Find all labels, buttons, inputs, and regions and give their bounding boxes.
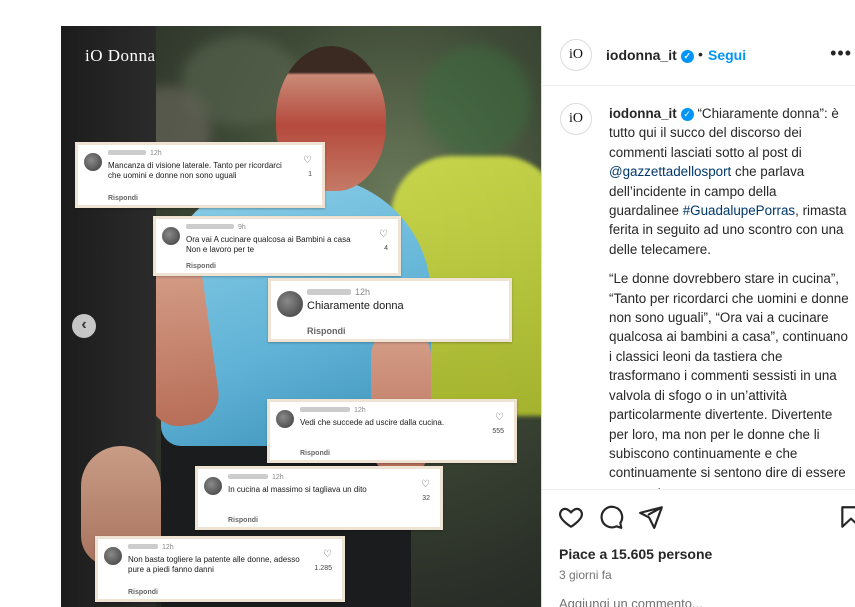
post-image[interactable]: iO Donna 12h Mancanza di visione lateral…: [61, 26, 541, 607]
avatar: [162, 227, 180, 245]
comment-card: 12h Mancanza di visione laterale. Tanto …: [75, 142, 325, 208]
bookmark-icon[interactable]: [838, 504, 855, 530]
share-icon[interactable]: [638, 504, 664, 530]
caption-paragraph: “Le donne dovrebbero stare in cucina”, “…: [609, 271, 849, 489]
post-date[interactable]: 3 giorni fa: [559, 568, 612, 582]
comment-text: Ora vai A cucinare qualcosa ai Bambini a…: [186, 235, 351, 254]
comment-text: In cucina al massimo si tagliava un dito: [228, 485, 367, 494]
brand-watermark: iO Donna: [85, 46, 156, 65]
post-sidebar: iO iodonna_it ✓ • Segui ••• iO iodonna_it…: [541, 26, 855, 607]
comment-like-count: 32: [422, 495, 430, 502]
comment-user: 9h: [186, 224, 246, 231]
comment-like-count: 1.285: [314, 565, 332, 572]
heart-icon: ♡: [421, 479, 430, 490]
caption-section: iO iodonna_it ✓ “Chiaramente donna”: è tu…: [542, 87, 855, 489]
separator-dot: •: [698, 46, 703, 62]
hashtag-link[interactable]: #GuadalupePorras: [683, 203, 795, 218]
avatar: [84, 153, 102, 171]
heart-icon: ♡: [323, 549, 332, 560]
follow-button[interactable]: Segui: [708, 47, 746, 63]
comment-icon[interactable]: [598, 504, 624, 530]
heart-icon: ♡: [303, 155, 312, 166]
avatar: [276, 410, 294, 428]
caption-text: iodonna_it ✓ “Chiaramente donna”: è tutto…: [609, 104, 849, 489]
avatar: [104, 547, 122, 565]
profile-username[interactable]: iodonna_it ✓: [606, 47, 694, 63]
comment-like-count: 1: [308, 171, 312, 178]
comment-user: 12h: [108, 150, 162, 157]
heart-icon[interactable]: [558, 504, 584, 530]
avatar: [277, 291, 303, 317]
action-bar: Piace a 15.605 persone 3 giorni fa Aggiu…: [542, 489, 855, 607]
profile-avatar[interactable]: iO: [560, 39, 592, 71]
crowd-blur: [421, 46, 531, 156]
comment-text: Mancanza di visione laterale. Tanto per …: [108, 161, 282, 180]
comment-user: 12h: [300, 407, 366, 414]
comment-card: 12h Chiaramente donna Rispondi: [268, 278, 512, 342]
more-options-button[interactable]: •••: [830, 43, 852, 64]
caption-avatar[interactable]: iO: [560, 103, 592, 135]
comment-card: 12h Vedi che succede ad uscire dalla cuc…: [267, 399, 517, 463]
caption-username[interactable]: iodonna_it: [609, 106, 677, 121]
comment-user: 12h: [128, 544, 174, 551]
verified-badge-icon: ✓: [680, 108, 694, 121]
comment-text: Vedi che succede ad uscire dalla cucina.: [300, 418, 445, 427]
post-header: iO iodonna_it ✓ • Segui •••: [542, 26, 855, 86]
comment-card: 12h Non basta togliere la patente alle d…: [95, 536, 345, 602]
reply-link: Rispondi: [228, 517, 258, 524]
reply-link: Rispondi: [307, 326, 346, 336]
reply-link: Rispondi: [300, 450, 330, 457]
reply-link: Rispondi: [128, 589, 158, 596]
comment-like-count: 4: [384, 245, 388, 252]
heart-icon: ♡: [495, 412, 504, 423]
heart-icon: ♡: [379, 229, 388, 240]
comment-input[interactable]: Aggiungi un commento...: [559, 596, 703, 607]
reply-link: Rispondi: [108, 195, 138, 202]
comment-like-count: 555: [492, 428, 504, 435]
comment-text: Chiaramente donna: [307, 300, 404, 312]
avatar: [204, 477, 222, 495]
instagram-post: iO Donna 12h Mancanza di visione lateral…: [0, 0, 855, 607]
comment-card: 12h In cucina al massimo si tagliava un …: [195, 466, 443, 530]
previous-slide-button[interactable]: ‹: [72, 314, 96, 338]
likes-count[interactable]: Piace a 15.605 persone: [559, 546, 712, 562]
comment-user: 12h: [228, 474, 284, 481]
mention-link[interactable]: @gazzettadellosport: [609, 164, 731, 179]
comment-text: Non basta togliere la patente alle donne…: [128, 555, 300, 574]
verified-badge-icon: ✓: [680, 50, 694, 63]
comment-card: 9h Ora vai A cucinare qualcosa ai Bambin…: [153, 216, 401, 276]
reply-link: Rispondi: [186, 263, 216, 270]
comment-user: 12h: [307, 287, 370, 297]
